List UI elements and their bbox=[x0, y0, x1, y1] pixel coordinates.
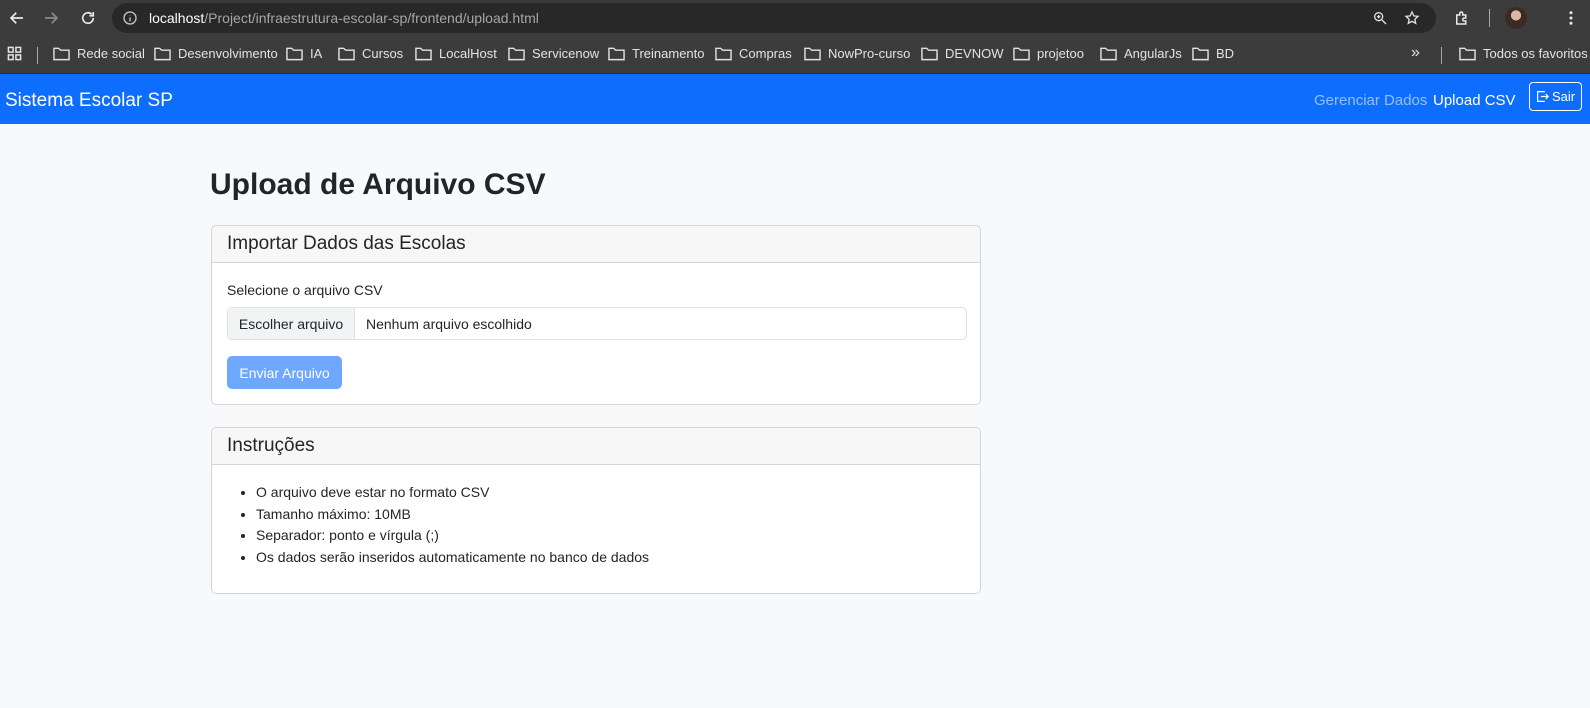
bookmarks-divider bbox=[1441, 47, 1442, 64]
folder-icon bbox=[921, 47, 938, 61]
card-header: Instruções bbox=[212, 428, 980, 465]
logout-button[interactable]: Sair bbox=[1529, 82, 1582, 111]
bookmark-star-icon[interactable] bbox=[1404, 10, 1420, 26]
bookmark-folder[interactable]: LocalHost bbox=[415, 46, 497, 61]
app-navbar: Sistema Escolar SP Gerenciar Dados Uploa… bbox=[0, 74, 1590, 124]
instructions-list: O arquivo deve estar no formato CSV Tama… bbox=[256, 482, 649, 568]
list-item: Separador: ponto e vírgula (;) bbox=[256, 525, 649, 547]
extensions-icon[interactable] bbox=[1450, 6, 1474, 30]
bookmark-folder[interactable]: Rede social bbox=[53, 46, 145, 61]
folder-icon bbox=[154, 47, 171, 61]
address-bar[interactable]: localhost/Project/infraestrutura-escolar… bbox=[112, 3, 1436, 33]
folder-icon bbox=[715, 47, 732, 61]
menu-icon[interactable] bbox=[1559, 6, 1583, 30]
file-field-label: Selecione o arquivo CSV bbox=[227, 282, 383, 298]
card-header: Importar Dados das Escolas bbox=[212, 226, 980, 263]
file-input[interactable]: Escolher arquivo Nenhum arquivo escolhid… bbox=[227, 307, 967, 340]
list-item: O arquivo deve estar no formato CSV bbox=[256, 482, 649, 504]
choose-file-button[interactable]: Escolher arquivo bbox=[228, 308, 355, 339]
bookmark-folder[interactable]: Desenvolvimento bbox=[154, 46, 278, 61]
toolbar-divider bbox=[1489, 9, 1490, 27]
more-bookmarks-button[interactable]: » bbox=[1411, 44, 1420, 62]
bookmarks-bar: Rede social Desenvolvimento IA Cursos Lo… bbox=[0, 36, 1590, 74]
bookmark-folder[interactable]: NowPro-curso bbox=[804, 46, 910, 61]
instructions-card: Instruções O arquivo deve estar no forma… bbox=[211, 427, 981, 594]
bookmark-folder[interactable]: Servicenow bbox=[508, 46, 599, 61]
forward-icon[interactable] bbox=[39, 6, 63, 30]
bookmark-folder[interactable]: AngularJs bbox=[1100, 46, 1182, 61]
bookmark-folder[interactable]: DEVNOW bbox=[921, 46, 1004, 61]
zoom-icon[interactable] bbox=[1372, 10, 1388, 26]
back-icon[interactable] bbox=[5, 6, 29, 30]
bookmark-folder[interactable]: projetoo bbox=[1013, 46, 1084, 61]
folder-icon bbox=[1100, 47, 1117, 61]
upload-card: Importar Dados das Escolas Selecione o a… bbox=[211, 225, 981, 405]
submit-file-button[interactable]: Enviar Arquivo bbox=[227, 356, 342, 389]
folder-icon bbox=[338, 47, 355, 61]
url-text: localhost/Project/infraestrutura-escolar… bbox=[149, 10, 539, 26]
list-item: Os dados serão inseridos automaticamente… bbox=[256, 547, 649, 569]
page-title: Upload de Arquivo CSV bbox=[210, 168, 546, 201]
site-info-icon[interactable] bbox=[122, 10, 138, 26]
folder-icon bbox=[508, 47, 525, 61]
bookmark-folder[interactable]: IA bbox=[286, 46, 322, 61]
reload-icon[interactable] bbox=[76, 6, 100, 30]
folder-icon bbox=[1013, 47, 1030, 61]
bookmark-folder[interactable]: Treinamento bbox=[608, 46, 705, 61]
navbar-brand[interactable]: Sistema Escolar SP bbox=[5, 90, 173, 112]
profile-avatar[interactable] bbox=[1505, 7, 1527, 29]
all-bookmarks-folder[interactable]: Todos os favoritos bbox=[1459, 46, 1588, 61]
folder-icon bbox=[608, 47, 625, 61]
apps-icon[interactable] bbox=[6, 46, 23, 61]
bookmark-folder[interactable]: Compras bbox=[715, 46, 792, 61]
browser-toolbar: localhost/Project/infraestrutura-escolar… bbox=[0, 0, 1590, 36]
list-item: Tamanho máximo: 10MB bbox=[256, 504, 649, 526]
bookmark-folder[interactable]: Cursos bbox=[338, 46, 403, 61]
logout-icon bbox=[1536, 91, 1549, 102]
folder-icon bbox=[415, 47, 432, 61]
bookmarks-divider bbox=[37, 47, 38, 64]
nav-link-gerenciar-dados[interactable]: Gerenciar Dados bbox=[1314, 92, 1427, 109]
folder-icon bbox=[53, 47, 70, 61]
folder-icon bbox=[804, 47, 821, 61]
folder-icon bbox=[286, 47, 303, 61]
bookmark-folder[interactable]: BD bbox=[1192, 46, 1234, 61]
folder-icon bbox=[1192, 47, 1209, 61]
folder-icon bbox=[1459, 47, 1476, 61]
nav-link-upload-csv[interactable]: Upload CSV bbox=[1433, 92, 1516, 109]
file-status: Nenhum arquivo escolhido bbox=[366, 315, 532, 332]
